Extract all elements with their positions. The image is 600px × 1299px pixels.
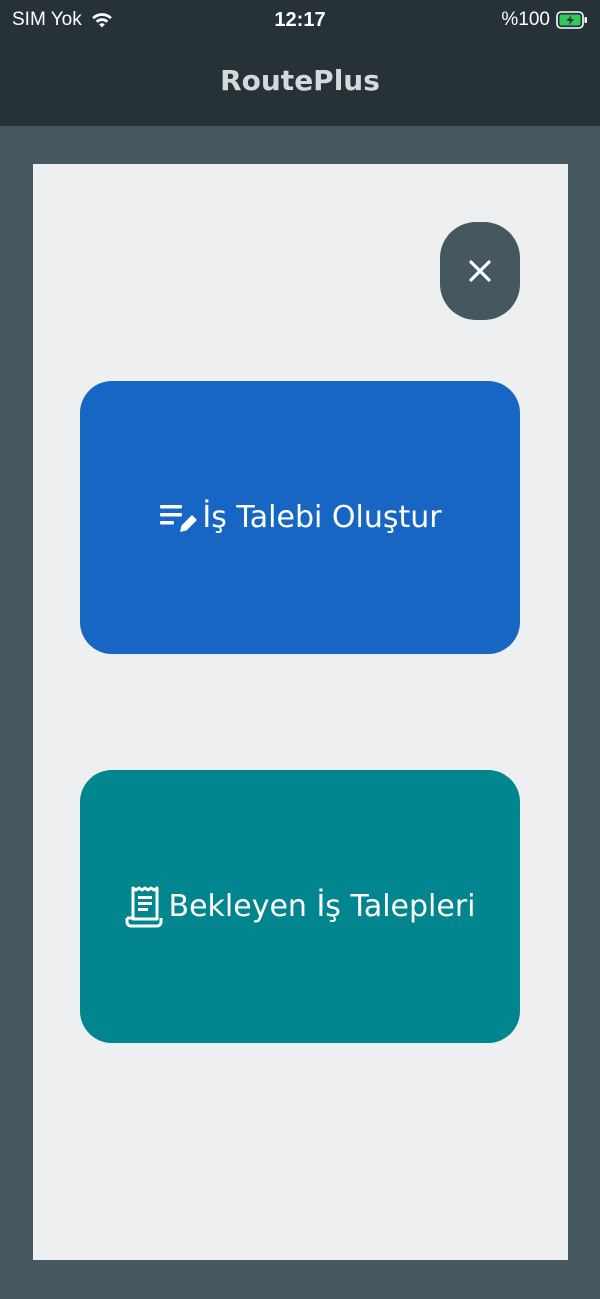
receipt-icon <box>124 885 164 929</box>
pending-work-requests-label: Bekleyen İş Talepleri <box>168 889 476 924</box>
battery-percent: %100 <box>501 9 550 30</box>
status-bar: SIM Yok 12:17 %100 <box>0 0 600 42</box>
battery-charging-icon <box>556 10 588 30</box>
create-work-request-button[interactable]: İş Talebi Oluştur <box>80 381 520 654</box>
close-icon <box>467 258 493 284</box>
app-header: RoutePlus <box>0 42 600 126</box>
app-title: RoutePlus <box>220 64 380 97</box>
create-work-request-label: İş Talebi Oluştur <box>202 500 442 535</box>
pending-work-requests-button[interactable]: Bekleyen İş Talepleri <box>80 770 520 1043</box>
close-button[interactable] <box>440 222 520 320</box>
edit-list-icon <box>158 498 198 538</box>
status-right: %100 <box>501 9 588 31</box>
action-modal: İş Talebi Oluştur Bekleyen İş Talepleri <box>33 164 568 1260</box>
